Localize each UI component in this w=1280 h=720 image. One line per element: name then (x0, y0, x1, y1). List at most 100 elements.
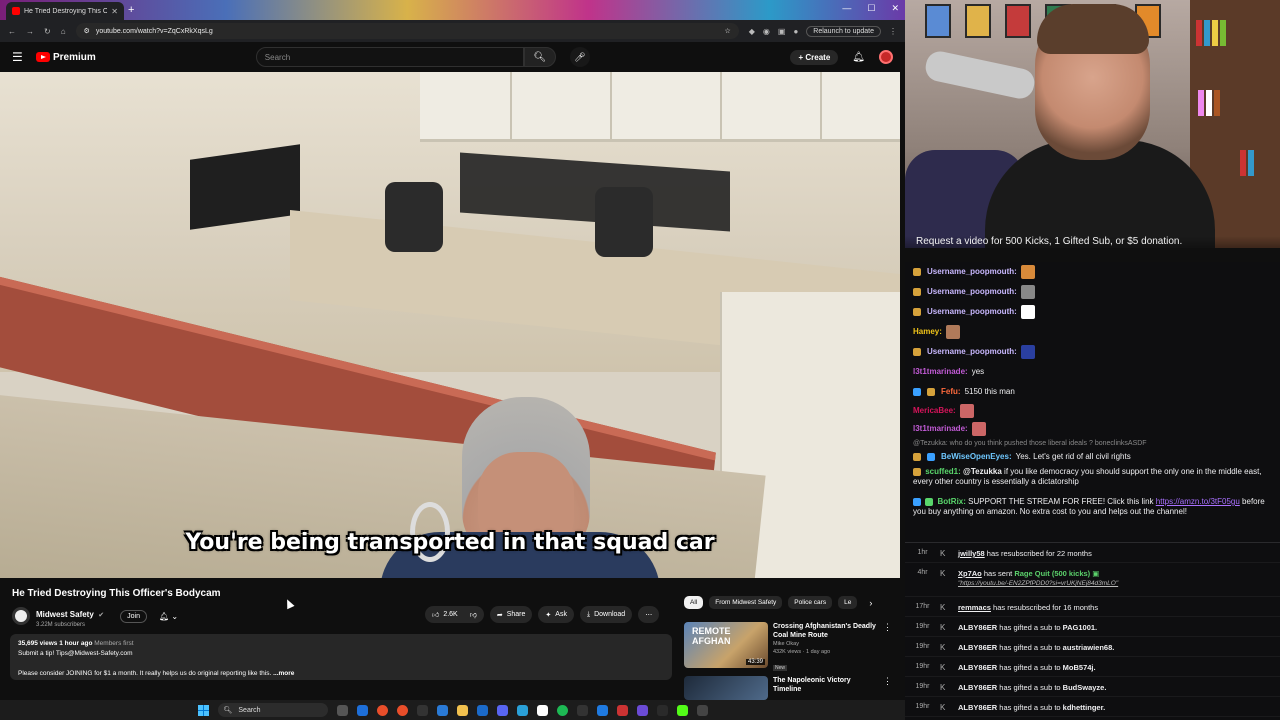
channel-avatar[interactable] (12, 607, 30, 625)
chevron-right-icon[interactable]: › (869, 598, 872, 608)
ask-button[interactable]: ✦ Ask (538, 606, 574, 623)
bookmark-star-icon[interactable]: ☆ (724, 27, 730, 35)
app-icon[interactable] (536, 704, 548, 716)
address-bar[interactable]: ⚙ youtube.com/watch?v=ZqCxRkXqsLg ☆ (75, 23, 739, 39)
back-icon[interactable]: ← (8, 27, 16, 36)
task-view-icon[interactable] (336, 704, 348, 716)
chrome-icon[interactable] (376, 704, 388, 716)
recommendation-title[interactable]: The Napoleonic Victory Timeline (773, 676, 878, 694)
windows-start-icon[interactable] (197, 704, 209, 716)
voice-search-button[interactable]: 🎤︎ (569, 47, 590, 67)
relaunch-button[interactable]: Relaunch to update (806, 25, 881, 37)
channel-name[interactable]: Midwest Safety (36, 610, 94, 619)
event-target[interactable]: PAG1001. (1063, 623, 1097, 632)
filter-chip-more[interactable]: Le (838, 596, 858, 609)
notifications-bell-icon[interactable]: 🔔︎ (852, 52, 865, 63)
event-user[interactable]: jwilly58 (958, 549, 985, 558)
spotify-icon[interactable] (556, 704, 568, 716)
recommendation-menu-icon[interactable]: ⋮ (883, 622, 892, 674)
event-user[interactable]: ALBY86ER (958, 683, 997, 692)
app-icon[interactable] (696, 704, 708, 716)
chat-mention[interactable]: @Tezukka (963, 467, 1002, 476)
video-player[interactable]: You're being transported in that squad c… (0, 72, 900, 578)
chat-username[interactable]: Username_poopmouth: (927, 347, 1017, 357)
chat-username[interactable]: Username_poopmouth: (927, 307, 1017, 317)
browser-tab[interactable]: He Tried Destroying This O ✕ (6, 2, 124, 20)
event-user[interactable]: ALBY86ER (958, 643, 997, 652)
app-icon[interactable] (616, 704, 628, 716)
app-icon[interactable] (436, 704, 448, 716)
new-tab-icon[interactable]: + (128, 4, 134, 16)
join-button[interactable]: Join (120, 609, 147, 623)
extension-icon[interactable]: ◉ (763, 27, 770, 36)
file-explorer-icon[interactable] (456, 704, 468, 716)
app-icon[interactable] (576, 704, 588, 716)
chat-username[interactable]: scuffed1: (925, 467, 961, 476)
search-input[interactable] (255, 47, 524, 67)
taskbar-search[interactable]: 🔍︎ Search (217, 703, 328, 717)
event-target[interactable]: austriawien68. (1063, 643, 1115, 652)
app-icon[interactable] (416, 704, 428, 716)
filter-chip-channel[interactable]: From Midwest Safety (709, 596, 783, 609)
app-icon[interactable] (656, 704, 668, 716)
download-button[interactable]: ⤓ Download (579, 606, 633, 623)
recommendation-thumbnail[interactable]: REMOTE AFGHAN 43:39 (684, 622, 768, 668)
app-icon[interactable] (516, 704, 528, 716)
event-user[interactable]: remmacs (958, 603, 991, 612)
chat-username[interactable]: MericaBee: (913, 406, 956, 416)
account-avatar[interactable] (879, 50, 893, 64)
chat-username[interactable]: l3t1tmarinade: (913, 424, 968, 434)
recommendation-thumbnail[interactable] (684, 676, 768, 700)
home-icon[interactable]: ⌂ (61, 27, 66, 36)
recommendation-menu-icon[interactable]: ⋮ (883, 676, 892, 700)
filter-chip-all[interactable]: All (684, 596, 704, 609)
kick-app-icon[interactable] (676, 704, 688, 716)
recommendation-item[interactable]: The Napoleonic Victory Timeline ⋮ (684, 676, 892, 700)
more-link[interactable]: ...more (273, 670, 294, 677)
chat-username[interactable]: BeWiseOpenEyes: (941, 452, 1012, 462)
chat-username[interactable]: Username_poopmouth: (927, 267, 1017, 277)
discord-icon[interactable] (496, 704, 508, 716)
event-target[interactable]: kdhettinger. (1063, 703, 1106, 712)
chat-username[interactable]: Username_poopmouth: (927, 287, 1017, 297)
youtube-logo[interactable]: Premium (36, 52, 96, 63)
steam-icon[interactable] (476, 704, 488, 716)
minimize-icon[interactable]: — (842, 3, 851, 14)
event-quote[interactable]: "https://youtu.be/-EN2ZPfPDD0?si=vrUKjNE… (958, 579, 1280, 589)
close-window-icon[interactable]: ✕ (891, 3, 899, 14)
filter-chip-police-cars[interactable]: Police cars (788, 596, 833, 609)
chat-link[interactable]: https://amzn.to/3tF05gu (1156, 497, 1240, 506)
extension-icon[interactable]: ◆ (749, 27, 755, 36)
recommendation-title[interactable]: Crossing Afghanistan's Deadly Coal Mine … (773, 622, 878, 640)
event-user[interactable]: ALBY86ER (958, 623, 997, 632)
subscription-bell-icon[interactable]: 🔔︎ ⌄ (159, 612, 178, 621)
browser-menu-icon[interactable]: ⋮ (889, 27, 897, 36)
search-button[interactable]: 🔍︎ (523, 47, 556, 67)
event-target[interactable]: MoB574j. (1063, 663, 1096, 672)
dislike-icon[interactable]: 👎︎ (470, 610, 477, 619)
recommendation-item[interactable]: REMOTE AFGHAN 43:39 Crossing Afghanistan… (684, 622, 892, 674)
reload-icon[interactable]: ↻ (44, 27, 51, 36)
close-tab-icon[interactable]: ✕ (111, 7, 118, 16)
chat-username[interactable]: BotRix: (937, 497, 965, 506)
chat-username[interactable]: Hamey: (913, 327, 942, 337)
chat-username[interactable]: l3t1tmarinade: (913, 367, 968, 377)
hamburger-menu-icon[interactable]: ☰ (12, 50, 26, 64)
site-info-icon[interactable]: ⚙ (84, 27, 90, 35)
extension-icon[interactable]: ▣ (778, 27, 786, 36)
app-icon[interactable] (356, 704, 368, 716)
recommendation-channel[interactable]: Mike Okay (773, 640, 878, 648)
share-button[interactable]: ➦ Share (489, 606, 533, 623)
event-user[interactable]: ALBY86ER (958, 663, 997, 672)
app-icon[interactable] (636, 704, 648, 716)
chat-username[interactable]: Fefu: (941, 387, 961, 397)
description-box[interactable]: 35,695 views 1 hour ago Members first Su… (10, 634, 672, 680)
create-button[interactable]: + Create (790, 49, 839, 65)
event-user[interactable]: ALBY86ER (958, 703, 997, 712)
event-target[interactable]: BudSwayze. (1063, 683, 1107, 692)
app-icon[interactable] (596, 704, 608, 716)
like-button[interactable]: 👍︎ 2.6K 👎︎ (425, 606, 484, 623)
forward-icon[interactable]: → (26, 27, 34, 36)
maximize-icon[interactable]: ☐ (867, 3, 875, 14)
event-user[interactable]: Xp7Ao (958, 569, 982, 578)
